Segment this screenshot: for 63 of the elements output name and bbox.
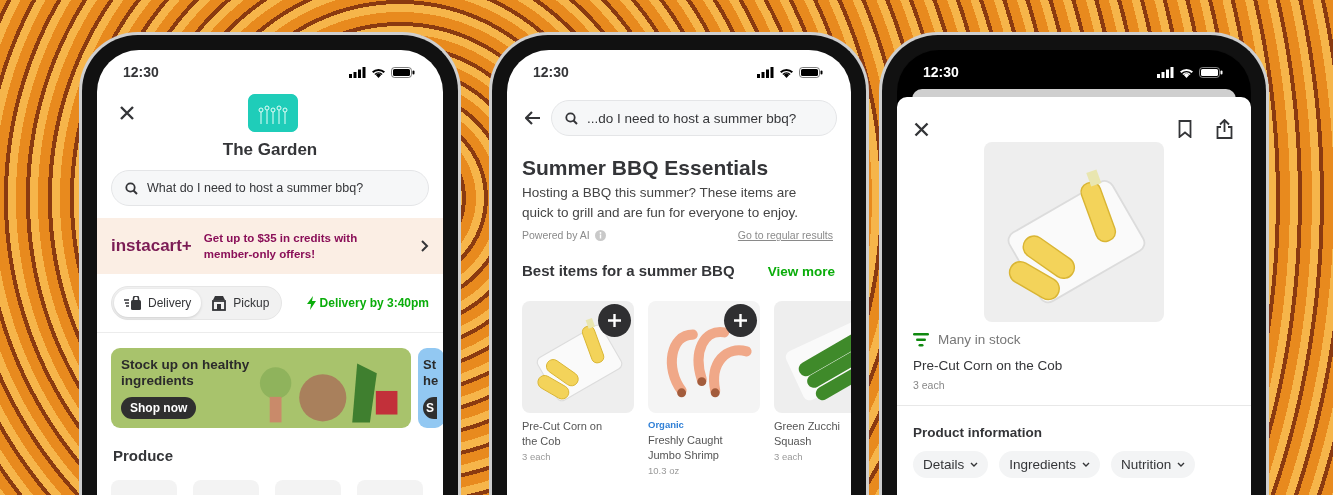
bookmark-icon[interactable] [1178, 120, 1192, 138]
product-size: 3 each [912, 378, 946, 391]
chevron-down-icon [970, 462, 979, 467]
plus-icon [733, 313, 748, 328]
shopping-bag-icon [124, 296, 142, 310]
product-size: 3 each [774, 451, 804, 462]
battery-icon [1199, 66, 1223, 78]
info-dropdown[interactable]: Ingredients [999, 451, 1101, 478]
close-icon[interactable] [119, 105, 135, 121]
stock-status: Many in stock [938, 332, 1021, 347]
wifi-icon [371, 66, 386, 78]
section-title: Best items for a summer BBQ [522, 262, 735, 279]
store-logo-icon [248, 94, 298, 132]
fulfillment-option[interactable]: Delivery [114, 289, 202, 317]
product-name: Pre-Cut Corn on the Cob [912, 357, 1064, 373]
battery-icon [799, 66, 823, 78]
product-size: 3 each [522, 451, 552, 462]
stock-level-icon [913, 332, 929, 347]
signal-icon [1157, 66, 1174, 78]
brand-logo: instacart+ [111, 236, 192, 256]
product-size: 10.3 oz [648, 465, 681, 476]
info-dropdown[interactable]: Details [913, 451, 989, 478]
promo-text: Get up to $35 in credits with member-only offers! [203, 231, 359, 262]
chevron-right-icon [420, 239, 429, 253]
close-icon[interactable] [914, 121, 929, 137]
back-arrow-icon[interactable] [525, 111, 541, 125]
promo-card[interactable]: St he S [418, 348, 443, 428]
info-dropdown[interactable]: Nutrition [1111, 451, 1196, 478]
status-time: 12:30 [123, 64, 160, 80]
share-icon[interactable] [1216, 119, 1233, 139]
regular-results-link[interactable]: Go to regular results [737, 229, 833, 241]
chevron-down-icon [1082, 462, 1091, 467]
plus-icon [607, 313, 622, 328]
wifi-icon [779, 66, 794, 78]
section-title: Product information [912, 424, 1043, 440]
chevron-down-icon [1177, 462, 1186, 467]
ai-note: Powered by AI [522, 229, 590, 241]
product-name: Green Zucchi Squash [774, 419, 842, 449]
lightning-icon [306, 296, 316, 310]
product-name: Pre-Cut Corn on the Cob [522, 419, 604, 449]
storefront-icon [211, 295, 228, 311]
status-time: 12:30 [923, 64, 960, 80]
section-title: Produce [112, 446, 174, 464]
signal-icon [757, 66, 774, 78]
results-title: Summer BBQ Essentials [521, 155, 770, 180]
search-field[interactable]: ...do I need to host a summer bbq? [551, 100, 837, 136]
store-name: The Garden [221, 140, 319, 160]
promo-card[interactable]: Stock up on healthy ingredients Shop now [111, 348, 411, 428]
battery-icon [391, 66, 415, 78]
promo-card-title: St he [423, 357, 440, 389]
product-name: Freshly Caught Jumbo Shrimp [648, 433, 724, 463]
signal-icon [349, 66, 366, 78]
promo-card-title: Stock up on healthy ingredients [121, 357, 251, 389]
shop-now-button[interactable]: S [423, 397, 437, 419]
delivery-time: Delivery by 3:40pm [306, 296, 429, 310]
product-tag: Organic [648, 419, 760, 430]
fulfillment-option[interactable]: Pickup [201, 289, 280, 317]
shop-now-button[interactable]: Shop now [121, 397, 197, 419]
search-field[interactable]: What do I need to host a summer bbq? [111, 170, 429, 206]
wifi-icon [1179, 66, 1194, 78]
promo-banner[interactable]: instacart+ Get up to $35 in credits with member-only offers! [97, 218, 443, 274]
status-time: 12:30 [533, 64, 570, 80]
results-description: Hosting a BBQ this summer? These items are quick to grill and are fun for everyone to enjoy. [521, 184, 799, 222]
